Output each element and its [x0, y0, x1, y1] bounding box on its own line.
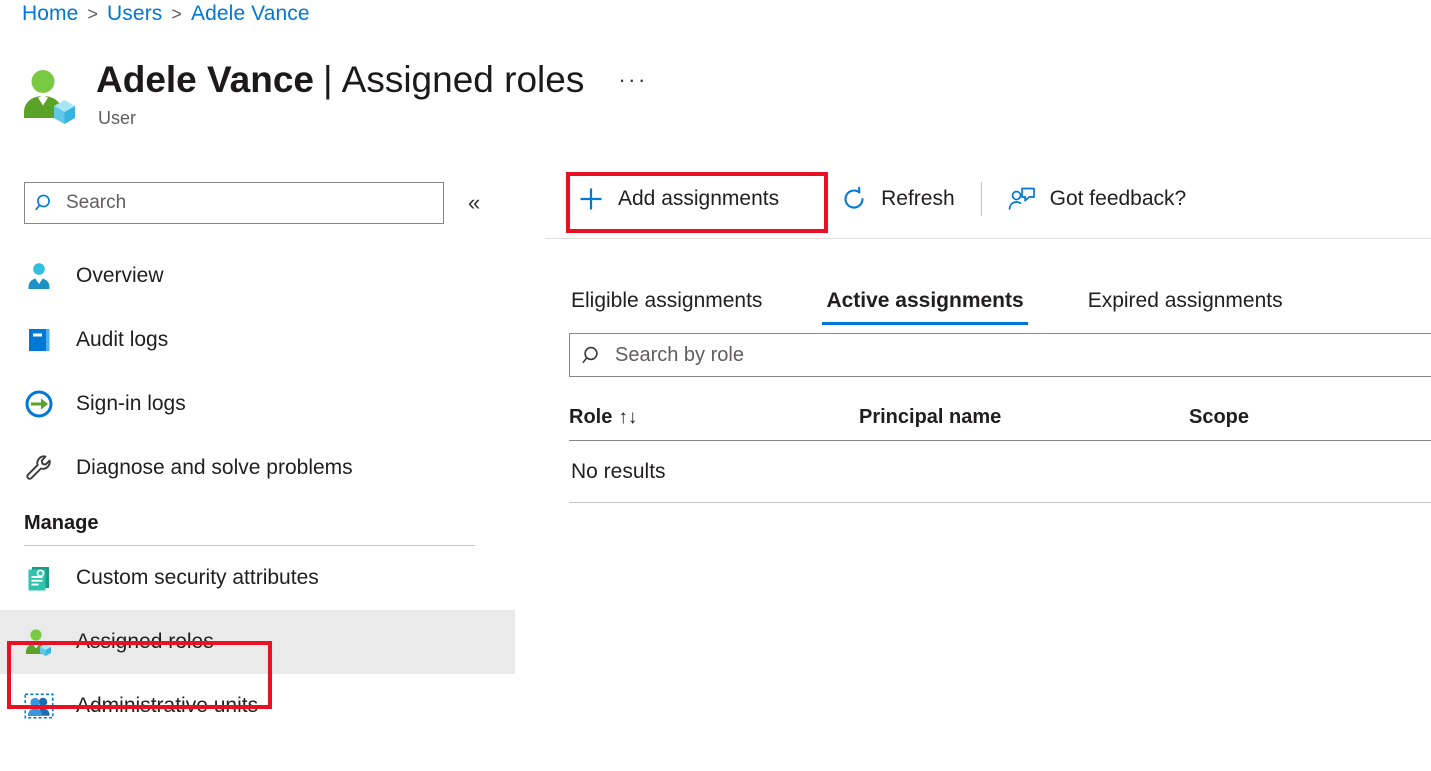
sidebar-item-label: Overview — [76, 264, 164, 287]
assigned-roles-icon — [24, 627, 54, 657]
breadcrumb-separator: > — [87, 3, 99, 24]
page-header: Adele Vance | Assigned roles ··· User — [18, 58, 648, 129]
breadcrumb-separator: > — [171, 3, 183, 24]
sidebar-item-diagnose-and-solve-problems[interactable]: Diagnose and solve problems — [0, 436, 545, 500]
breadcrumb-item-adele-vance[interactable]: Adele Vance — [191, 2, 310, 26]
column-header-role[interactable]: Role ↑↓ — [569, 406, 859, 429]
sort-arrows-icon[interactable]: ↑↓ — [618, 407, 637, 429]
search-box[interactable] — [24, 182, 444, 224]
sidebar-item-administrative-units[interactable]: Administrative units — [0, 674, 545, 738]
search-input[interactable] — [64, 191, 433, 215]
tab-active-assignments[interactable]: Active assignments — [822, 289, 1028, 325]
no-results-message: No results — [571, 459, 666, 483]
refresh-icon — [841, 186, 867, 212]
assignments-table: Role ↑↓ Principal name Scope No results — [569, 395, 1431, 503]
document-gear-icon — [24, 563, 54, 593]
breadcrumb-item-users[interactable]: Users — [107, 2, 162, 26]
search-icon — [582, 345, 603, 366]
sidebar-item-label: Custom security attributes — [76, 566, 319, 589]
assignments-tabs: Eligible assignments Active assignments … — [545, 247, 1431, 325]
column-header-scope-label: Scope — [1189, 406, 1250, 428]
got-feedback-button[interactable]: Got feedback? — [996, 175, 1199, 223]
column-header-principal-name[interactable]: Principal name — [859, 406, 1189, 429]
page-title-name: Adele Vance — [96, 59, 315, 100]
column-header-role-label: Role — [569, 406, 613, 428]
user-overview-icon — [24, 261, 54, 291]
sidebar-item-label: Sign-in logs — [76, 392, 186, 415]
tab-eligible-assignments[interactable]: Eligible assignments — [567, 289, 766, 325]
person-feedback-icon — [1008, 186, 1036, 212]
breadcrumb-item-home[interactable]: Home — [22, 2, 78, 26]
page-title-separator: | — [323, 59, 333, 100]
sidebar-search-row: « — [24, 182, 480, 224]
table-empty-row: No results — [569, 441, 1431, 503]
sidebar-item-label: Assigned roles — [76, 630, 214, 653]
wrench-icon — [24, 453, 54, 483]
sidebar-item-overview[interactable]: Overview — [0, 244, 545, 308]
tab-expired-assignments[interactable]: Expired assignments — [1084, 289, 1287, 325]
more-options-button[interactable]: ··· — [618, 58, 647, 102]
user-with-cube-icon — [18, 66, 80, 128]
table-header-row: Role ↑↓ Principal name Scope — [569, 395, 1431, 441]
role-search-box[interactable] — [569, 333, 1431, 377]
sidebar-item-sign-in-logs[interactable]: Sign-in logs — [0, 372, 545, 436]
sidebar-item-custom-security-attributes[interactable]: Custom security attributes — [0, 546, 545, 610]
page-title-section: Assigned roles — [341, 59, 585, 100]
breadcrumb: Home > Users > Adele Vance — [22, 2, 310, 26]
sign-in-arrow-icon — [24, 389, 54, 419]
toolbar-divider — [980, 182, 982, 216]
refresh-label: Refresh — [881, 187, 955, 210]
sidebar-nav: Overview Audit logs Sign-in logs Diagnos… — [0, 244, 545, 738]
add-assignments-button[interactable]: Add assignments — [566, 175, 791, 223]
sidebar-group-title: Manage — [24, 512, 99, 534]
azure-portal-page: Home > Users > Adele Vance Adele Vance | — [0, 0, 1431, 771]
sidebar-item-audit-logs[interactable]: Audit logs — [0, 308, 545, 372]
sidebar-item-label: Audit logs — [76, 328, 169, 351]
search-icon — [35, 193, 55, 213]
page-subtitle: User — [98, 108, 137, 128]
column-header-scope[interactable]: Scope — [1189, 406, 1431, 429]
sidebar-item-label: Administrative units — [76, 694, 259, 717]
sidebar: « Overview — [0, 160, 545, 771]
add-assignments-label: Add assignments — [618, 187, 780, 210]
sidebar-item-assigned-roles[interactable]: Assigned roles — [0, 610, 515, 674]
collapse-chevrons-icon[interactable]: « — [468, 192, 480, 214]
got-feedback-label: Got feedback? — [1049, 187, 1187, 210]
main-content: Add assignments Refresh Got feedback? El… — [545, 160, 1431, 771]
sidebar-item-label: Diagnose and solve problems — [76, 456, 353, 479]
audit-logs-book-icon — [24, 325, 54, 355]
refresh-button[interactable]: Refresh — [829, 175, 967, 223]
page-title: Adele Vance | Assigned roles ··· — [96, 58, 648, 102]
column-header-principal-name-label: Principal name — [859, 406, 1002, 428]
command-toolbar: Add assignments Refresh Got feedback? — [545, 160, 1431, 239]
plus-icon — [578, 186, 604, 212]
administrative-units-icon — [24, 691, 54, 721]
role-search-input[interactable] — [613, 342, 1431, 368]
